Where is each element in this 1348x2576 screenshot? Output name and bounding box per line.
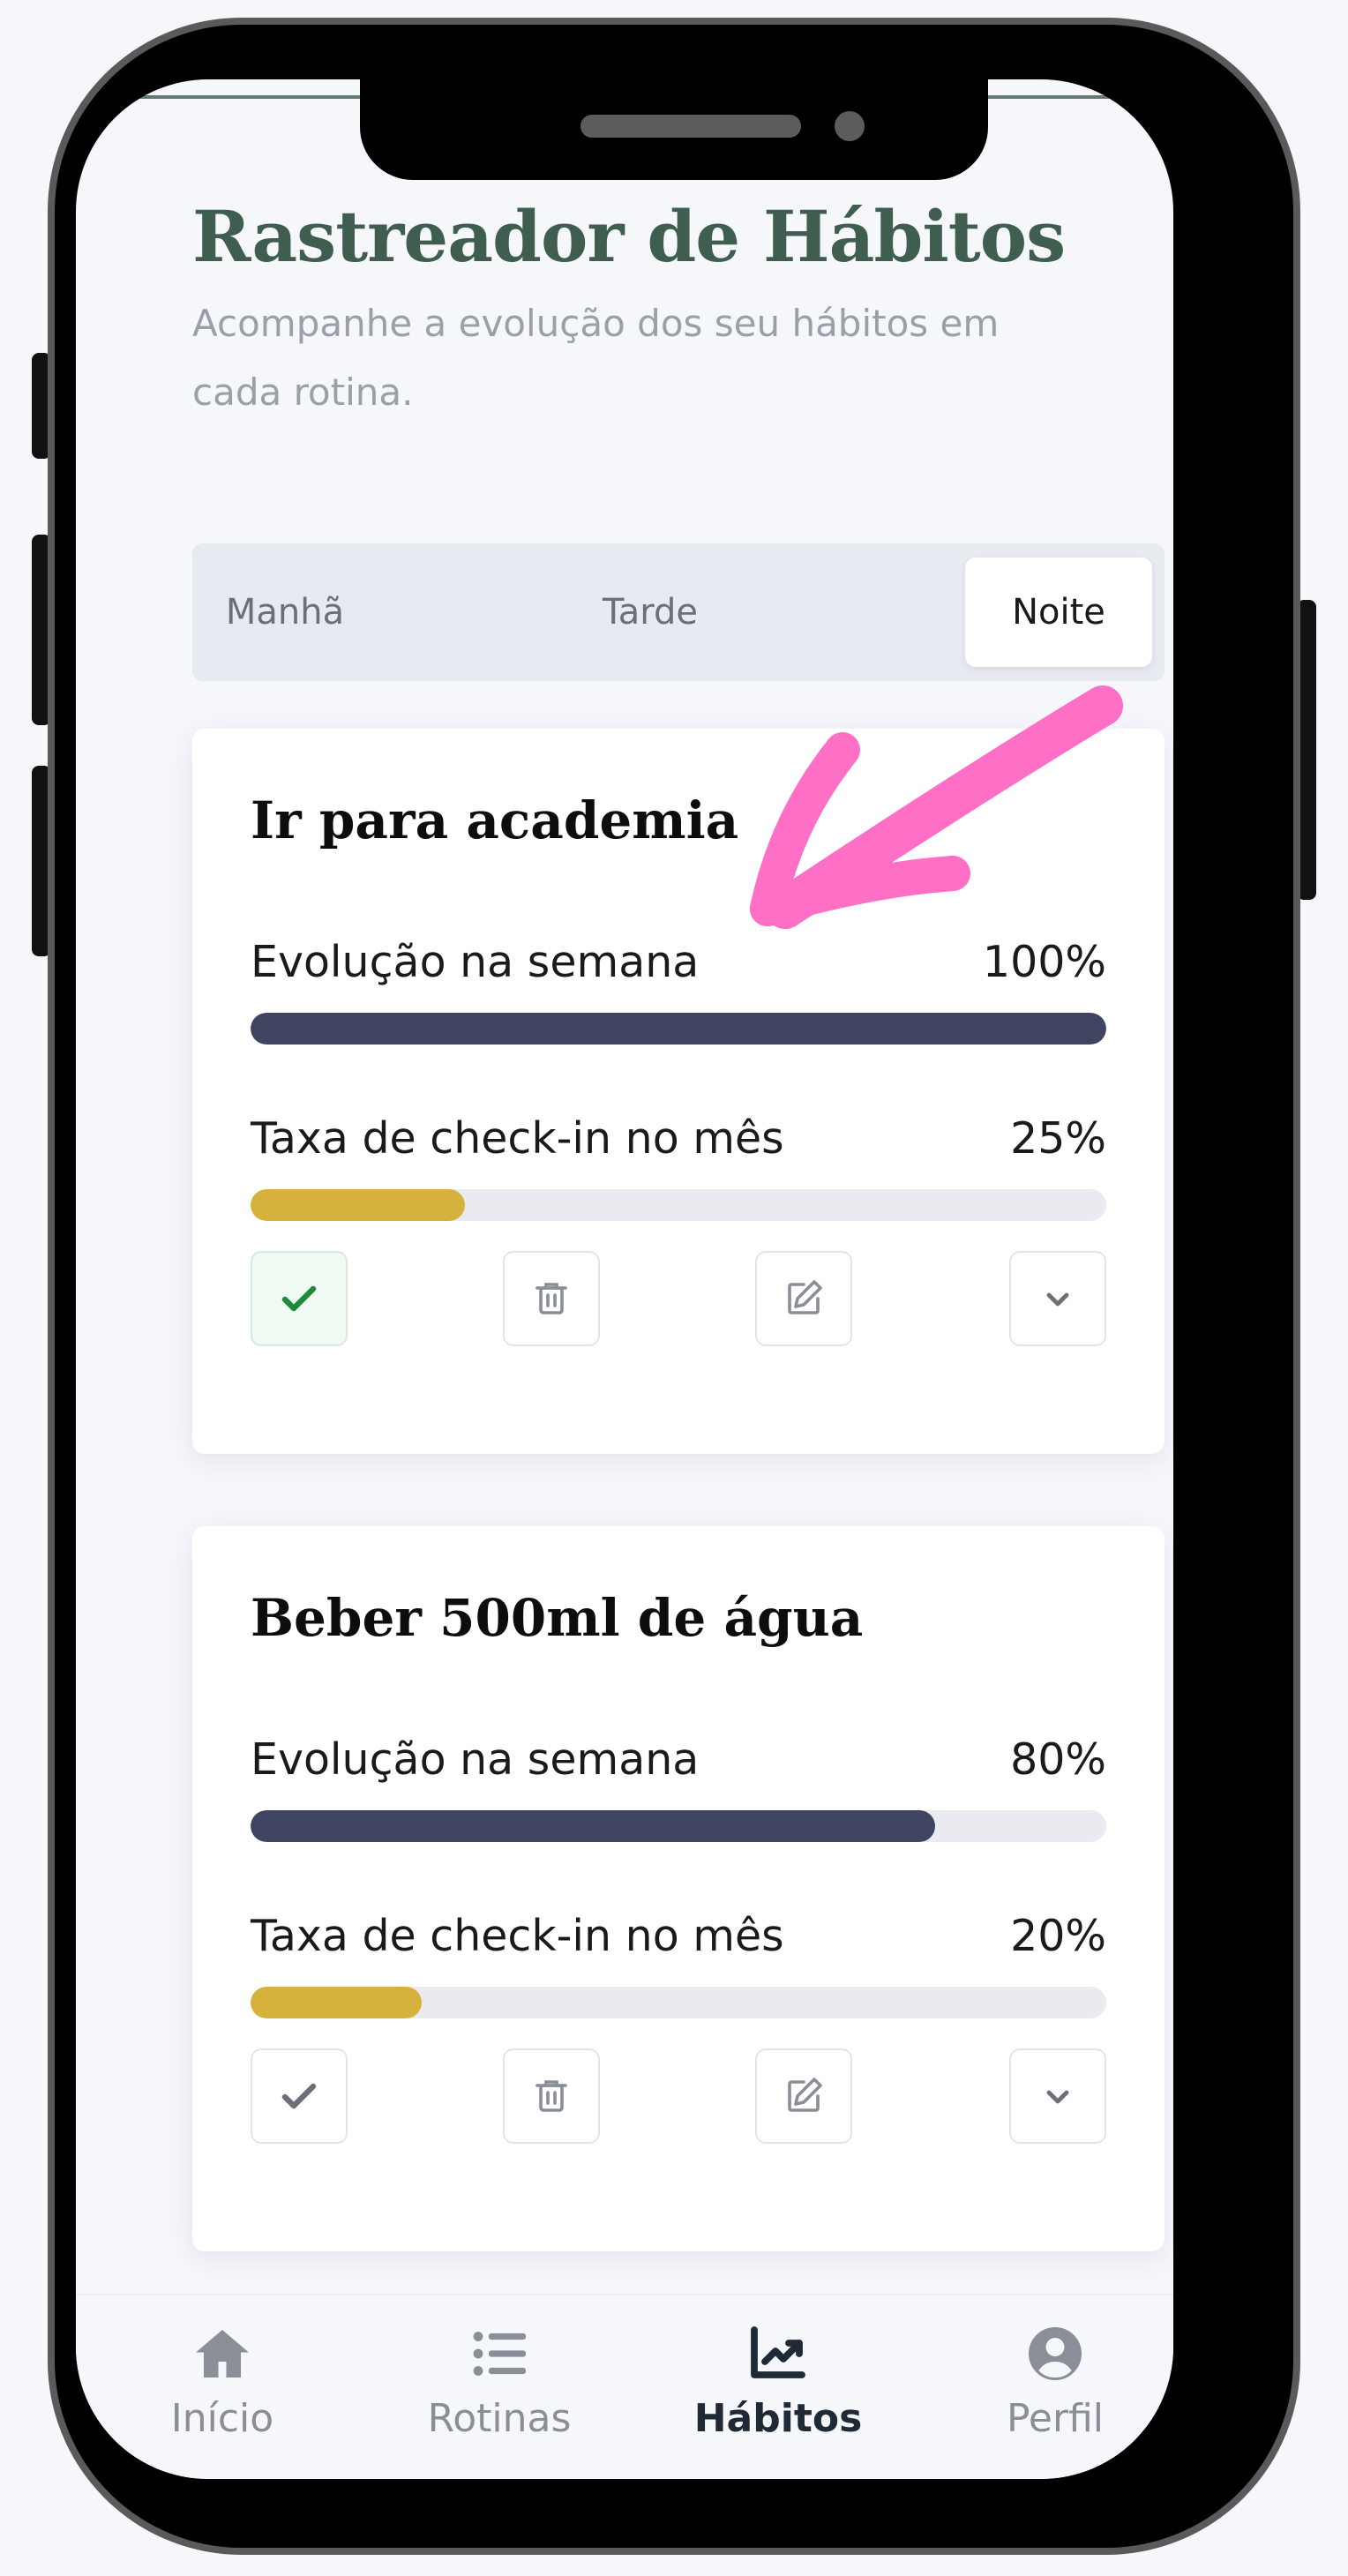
edit-icon — [788, 2078, 822, 2112]
check-in-button[interactable] — [251, 1251, 348, 1346]
routine-tabs: Manhã Tarde Noite — [192, 543, 1165, 681]
month-metric: Taxa de check-in no mês 20% — [251, 1911, 1106, 1961]
week-progress-fill — [251, 1810, 935, 1842]
month-value: 20% — [1010, 1911, 1106, 1961]
expand-habit-button[interactable] — [1009, 2048, 1106, 2144]
month-progress-fill — [251, 1987, 422, 2018]
trash-icon — [535, 2080, 567, 2112]
delete-habit-button[interactable] — [503, 1251, 600, 1346]
month-progress-bar — [251, 1189, 1106, 1221]
speaker — [580, 115, 801, 138]
camera — [835, 111, 865, 141]
week-label: Evolução na semana — [251, 937, 700, 987]
month-label: Taxa de check-in no mês — [251, 1113, 784, 1164]
tab-tarde[interactable]: Tarde — [575, 558, 725, 667]
week-label: Evolução na semana — [251, 1734, 700, 1785]
habit-title: Beber 500ml de água — [251, 1588, 864, 1648]
nav-label: Rotinas — [427, 2396, 572, 2441]
habit-card: Ir para academia Evolução na semana 100%… — [192, 729, 1165, 1454]
nav-label: Perfil — [1006, 2396, 1105, 2441]
week-metric: Evolução na semana 100% — [251, 937, 1106, 987]
habit-actions — [251, 1251, 1106, 1346]
phone-screen: Rastreador de Hábitos Acompanhe a evoluç… — [76, 79, 1173, 2479]
week-progress-bar — [251, 1013, 1106, 1045]
nav-item-perfil[interactable]: Perfil — [958, 2322, 1152, 2441]
list-icon — [473, 2332, 526, 2376]
expand-habit-button[interactable] — [1009, 1251, 1106, 1346]
check-in-button[interactable] — [251, 2048, 348, 2144]
nav-item-inicio[interactable]: Início — [125, 2322, 319, 2441]
notch — [360, 79, 988, 180]
chart-line-icon — [751, 2326, 805, 2378]
month-value: 25% — [1010, 1113, 1106, 1164]
week-value: 100% — [982, 937, 1106, 987]
edit-habit-button[interactable] — [755, 2048, 852, 2144]
bottom-nav: Início Rotinas Hábitos Perfil — [76, 2294, 1173, 2479]
edit-icon — [788, 1280, 822, 1314]
nav-label: Hábitos — [693, 2396, 863, 2441]
chevron-down-icon — [1046, 2090, 1069, 2104]
habit-card: Beber 500ml de água Evolução na semana 8… — [192, 1526, 1165, 2251]
habit-title: Ir para academia — [251, 790, 739, 850]
user-circle-icon — [1029, 2327, 1082, 2380]
edit-habit-button[interactable] — [755, 1251, 852, 1346]
chevron-down-icon — [1046, 1292, 1069, 1307]
habit-actions — [251, 2048, 1106, 2144]
tab-manha[interactable]: Manhã — [210, 558, 360, 667]
month-label: Taxa de check-in no mês — [251, 1911, 784, 1961]
tab-noite[interactable]: Noite — [965, 558, 1152, 667]
home-icon — [196, 2330, 249, 2378]
week-progress-bar — [251, 1810, 1106, 1842]
month-progress-fill — [251, 1189, 465, 1221]
nav-item-rotinas[interactable]: Rotinas — [402, 2322, 596, 2441]
delete-habit-button[interactable] — [503, 2048, 600, 2144]
nav-label: Início — [170, 2396, 274, 2441]
page-subtitle: Acompanhe a evolução dos seu hábitos em … — [192, 302, 1000, 414]
month-metric: Taxa de check-in no mês 25% — [251, 1113, 1106, 1164]
nav-item-habitos[interactable]: Hábitos — [681, 2322, 875, 2441]
week-value: 80% — [1010, 1734, 1106, 1785]
week-metric: Evolução na semana 80% — [251, 1734, 1106, 1785]
page-header: Rastreador de Hábitos Acompanhe a evoluç… — [192, 194, 1075, 427]
page-title: Rastreador de Hábitos — [192, 195, 1066, 278]
check-icon — [281, 2083, 317, 2109]
month-progress-bar — [251, 1987, 1106, 2018]
week-progress-fill — [251, 1013, 1106, 1045]
check-icon — [281, 1285, 317, 1312]
trash-icon — [535, 1283, 567, 1314]
